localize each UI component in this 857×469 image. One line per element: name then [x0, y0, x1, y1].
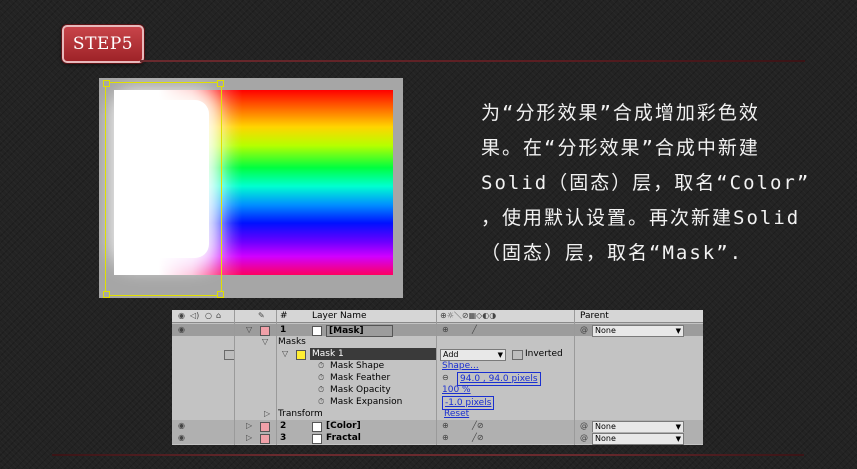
description-line: Solid（固态）层，取名“Color”: [481, 172, 811, 194]
eye-icon[interactable]: ◉: [178, 420, 185, 432]
lock-icon[interactable]: ⌂: [216, 310, 221, 322]
mask-opacity-value[interactable]: 100 %: [442, 384, 471, 396]
stopwatch-icon[interactable]: ⏱: [318, 360, 324, 372]
shy-switch-icon[interactable]: ⊕: [442, 432, 449, 444]
parent-spiral-icon[interactable]: @: [580, 432, 588, 444]
expand-arrow-icon[interactable]: ▽: [246, 324, 252, 336]
expand-arrow-icon[interactable]: ▽: [282, 348, 288, 360]
solo-icon[interactable]: ○: [205, 310, 212, 322]
mask-row[interactable]: ▽ Mask 1 Add Inverted: [172, 348, 703, 361]
layer-name[interactable]: [Color]: [326, 420, 361, 432]
expand-arrow-icon[interactable]: ▷: [246, 420, 252, 432]
quality-switch-icon[interactable]: ╱⊘: [472, 432, 484, 444]
layer-index: 3: [280, 433, 287, 443]
eye-icon[interactable]: ◉: [178, 324, 185, 336]
layer-name[interactable]: Fractal: [326, 432, 361, 444]
parent-spiral-icon[interactable]: @: [580, 420, 588, 432]
inverted-label: Inverted: [525, 349, 563, 359]
quality-switch-icon[interactable]: ╱⊘: [472, 420, 484, 432]
mask-color-swatch[interactable]: [296, 350, 306, 360]
masks-group-row[interactable]: ▽ Masks: [172, 336, 703, 348]
expand-arrow-icon[interactable]: ▽: [262, 336, 268, 348]
label-color-swatch[interactable]: [260, 326, 270, 336]
column-divider: [574, 310, 575, 445]
mask-property-label: Mask Opacity: [330, 385, 391, 395]
stopwatch-icon[interactable]: ⏱: [318, 372, 324, 384]
solid-icon: [312, 422, 322, 432]
step-description: 为“分形效果”合成增加彩色效 果。在“分形效果”合成中新建 Solid（固态）层…: [481, 96, 853, 271]
switches-icon[interactable]: ⊕☼＼⊘▦◇◐◑: [440, 310, 496, 322]
mask-property-label: Mask Shape: [330, 361, 385, 371]
quality-switch-icon[interactable]: ╱: [472, 324, 477, 336]
link-chain-icon[interactable]: ⊖: [442, 372, 449, 384]
header-divider: [140, 60, 805, 62]
composition-preview: [99, 78, 403, 298]
solid-icon: [312, 326, 322, 336]
number-column-header: #: [280, 311, 288, 321]
layer-row-fractal[interactable]: ◉ ▷ 3 Fractal ⊕ ╱⊘ @ None: [172, 432, 703, 445]
label-icon[interactable]: ✎: [258, 310, 265, 322]
mask-handle-tl[interactable]: [103, 80, 110, 87]
transform-label: Transform: [278, 409, 323, 419]
column-divider: [234, 310, 235, 445]
stopwatch-icon[interactable]: ⏱: [318, 384, 324, 396]
expand-arrow-icon[interactable]: ▷: [246, 432, 252, 444]
timeline-header: ◉ ◁) ○ ⌂ ✎ # Layer Name ⊕☼＼⊘▦◇◐◑ Parent: [172, 310, 703, 323]
column-divider: [436, 310, 437, 445]
step-badge: STEP5: [62, 25, 144, 63]
mask-selection-frame[interactable]: [105, 82, 222, 296]
mask-handle-tr[interactable]: [217, 80, 224, 87]
masks-group-label: Masks: [278, 337, 306, 347]
mask-property-label: Mask Expansion: [330, 397, 403, 407]
mask-property-row[interactable]: ⏱ Mask Feather ⊖ 94.0 , 94.0 pixels: [172, 372, 703, 386]
column-divider: [276, 310, 277, 445]
shy-switch-icon[interactable]: ⊕: [442, 420, 449, 432]
transform-row[interactable]: ▷ Transform Reset: [172, 408, 703, 420]
layer-index: 1: [280, 325, 287, 335]
description-line: ，使用默认设置。再次新建Solid: [481, 207, 801, 229]
layer-row-color[interactable]: ◉ ▷ 2 [Color] ⊕ ╱⊘ @ None: [172, 420, 703, 433]
mask-property-row[interactable]: ⏱ Mask Expansion -1.0 pixels: [172, 396, 703, 410]
layer-name-column-header[interactable]: Layer Name: [312, 310, 367, 322]
transform-reset-link[interactable]: Reset: [444, 408, 469, 420]
layer-index: 2: [280, 421, 287, 431]
eye-icon[interactable]: ◉: [178, 432, 185, 444]
footer-divider: [52, 454, 804, 456]
description-line: 果。在“分形效果”合成中新建: [481, 137, 760, 159]
collapse-arrow-icon[interactable]: ▷: [264, 408, 270, 420]
mask-handle-br[interactable]: [217, 291, 224, 298]
inverted-checkbox[interactable]: [512, 350, 523, 360]
timeline-panel: ◉ ◁) ○ ⌂ ✎ # Layer Name ⊕☼＼⊘▦◇◐◑ Parent …: [172, 310, 703, 445]
mask-property-label: Mask Feather: [330, 373, 391, 383]
label-color-swatch[interactable]: [260, 422, 270, 432]
solid-icon: [312, 434, 322, 444]
description-line: （固态）层，取名“Mask”.: [481, 242, 744, 264]
mask-property-row[interactable]: ⏱ Mask Opacity 100 %: [172, 384, 703, 396]
mask-name[interactable]: Mask 1: [310, 348, 436, 360]
description-line: 为“分形效果”合成增加彩色效: [481, 102, 760, 124]
mask-handle-bl[interactable]: [103, 291, 110, 298]
shy-switch-icon[interactable]: ⊕: [442, 324, 449, 336]
parent-dropdown[interactable]: None: [592, 433, 684, 445]
mask-shape-value[interactable]: Shape...: [442, 360, 479, 372]
layer-row-mask[interactable]: ◉ ▽ 1 [Mask] ⊕ ╱ @ None: [172, 324, 703, 337]
audio-icon[interactable]: ◁): [190, 310, 199, 322]
parent-spiral-icon[interactable]: @: [580, 324, 588, 336]
label-color-swatch[interactable]: [260, 434, 270, 444]
stopwatch-icon[interactable]: ⏱: [318, 396, 324, 408]
parent-column-header: Parent: [580, 311, 609, 321]
eye-icon[interactable]: ◉: [178, 310, 185, 322]
mask-property-row[interactable]: ⏱ Mask Shape Shape...: [172, 360, 703, 372]
